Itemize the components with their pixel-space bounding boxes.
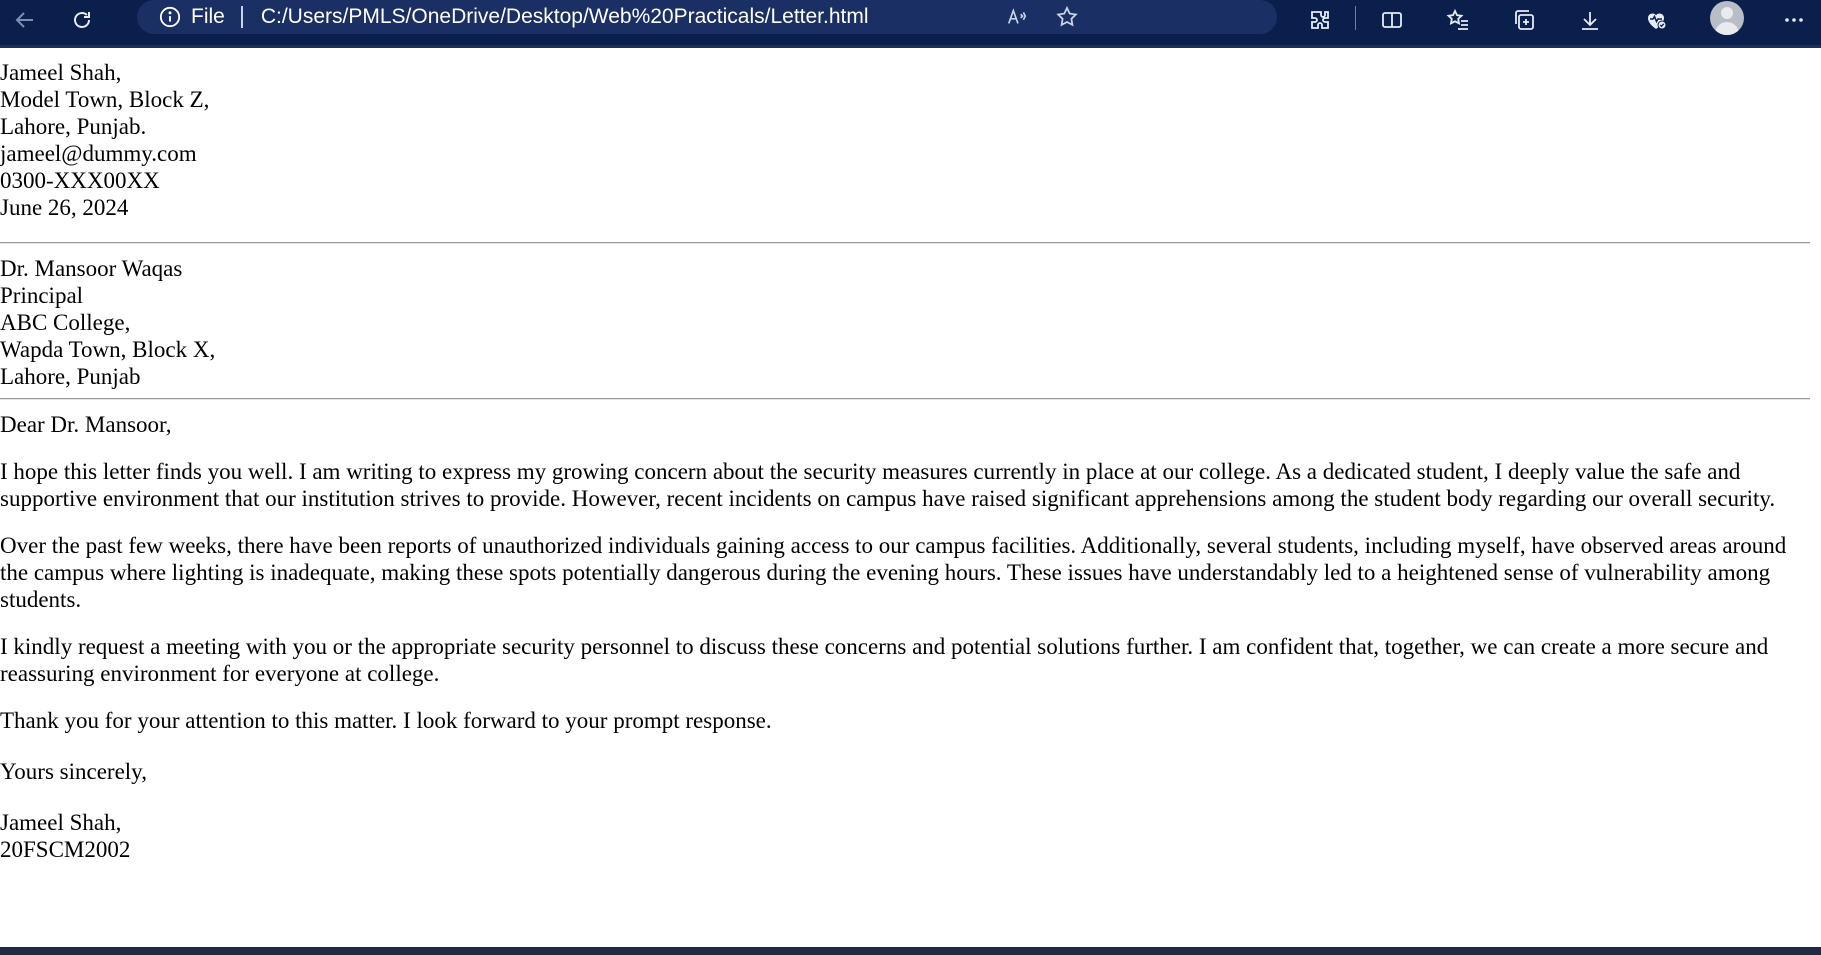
sender-block: Jameel Shah, Model Town, Block Z, Lahore… (0, 59, 1810, 221)
recipient-title: Principal (0, 283, 84, 308)
signature-name: Jameel Shah, (0, 810, 122, 835)
student-id: 20FSCM2002 (0, 837, 131, 862)
read-aloud-icon[interactable] (999, 0, 1035, 34)
salutation: Dear Dr. Mansoor, (0, 412, 172, 437)
download-icon[interactable] (1570, 3, 1610, 37)
back-arrow-icon[interactable] (5, 3, 45, 37)
collections-icon[interactable] (1504, 3, 1544, 37)
browser-toolbar: File C:/Users/PMLS/OneDrive/Desktop/Web%… (0, 0, 1821, 48)
body-paragraph: I kindly request a meeting with you or t… (0, 634, 1769, 686)
profile-avatar-icon[interactable] (1710, 1, 1744, 35)
url-text[interactable]: C:/Users/PMLS/OneDrive/Desktop/Web%20Pra… (261, 5, 869, 29)
recipient-block: Dr. Mansoor Waqas Principal ABC College,… (0, 255, 1810, 390)
sender-city: Lahore, Punjab. (0, 114, 147, 139)
file-label: File (191, 5, 225, 28)
divider (0, 242, 1810, 244)
body-paragraph: Thank you for your attention to this mat… (0, 708, 772, 733)
body-paragraph: I hope this letter finds you well. I am … (0, 459, 1776, 511)
toolbar-divider (1355, 6, 1356, 30)
letter-content: Jameel Shah, Model Town, Block Z, Lahore… (0, 59, 1810, 863)
extensions-icon[interactable] (1300, 3, 1340, 37)
letter-date: June 26, 2024 (0, 195, 129, 220)
recipient-name: Dr. Mansoor Waqas (0, 256, 183, 281)
sender-address-line: Model Town, Block Z, (0, 87, 210, 112)
sender-name: Jameel Shah, (0, 60, 122, 85)
split-screen-icon[interactable] (1372, 3, 1412, 37)
body-paragraph: Over the past few weeks, there have been… (0, 533, 1787, 612)
favorite-star-icon[interactable] (1049, 0, 1085, 34)
address-bar[interactable]: File C:/Users/PMLS/OneDrive/Desktop/Web%… (137, 0, 1277, 34)
closing: Yours sincerely, (0, 759, 147, 784)
favorites-icon[interactable] (1438, 3, 1478, 37)
refresh-icon[interactable] (62, 3, 102, 37)
browser-essentials-icon[interactable] (1636, 3, 1676, 37)
taskbar-edge (0, 947, 1821, 955)
info-icon[interactable] (159, 6, 181, 28)
more-menu-icon[interactable] (1774, 3, 1814, 37)
divider (0, 398, 1810, 400)
address-divider (240, 6, 243, 28)
sender-phone: 0300-XXX00XX (0, 168, 160, 193)
signature-block: Jameel Shah, 20FSCM2002 (0, 809, 1810, 863)
recipient-organization: ABC College, (0, 310, 131, 335)
recipient-city: Lahore, Punjab (0, 364, 141, 389)
recipient-address-line: Wapda Town, Block X, (0, 337, 216, 362)
sender-email: jameel@dummy.com (0, 141, 197, 166)
